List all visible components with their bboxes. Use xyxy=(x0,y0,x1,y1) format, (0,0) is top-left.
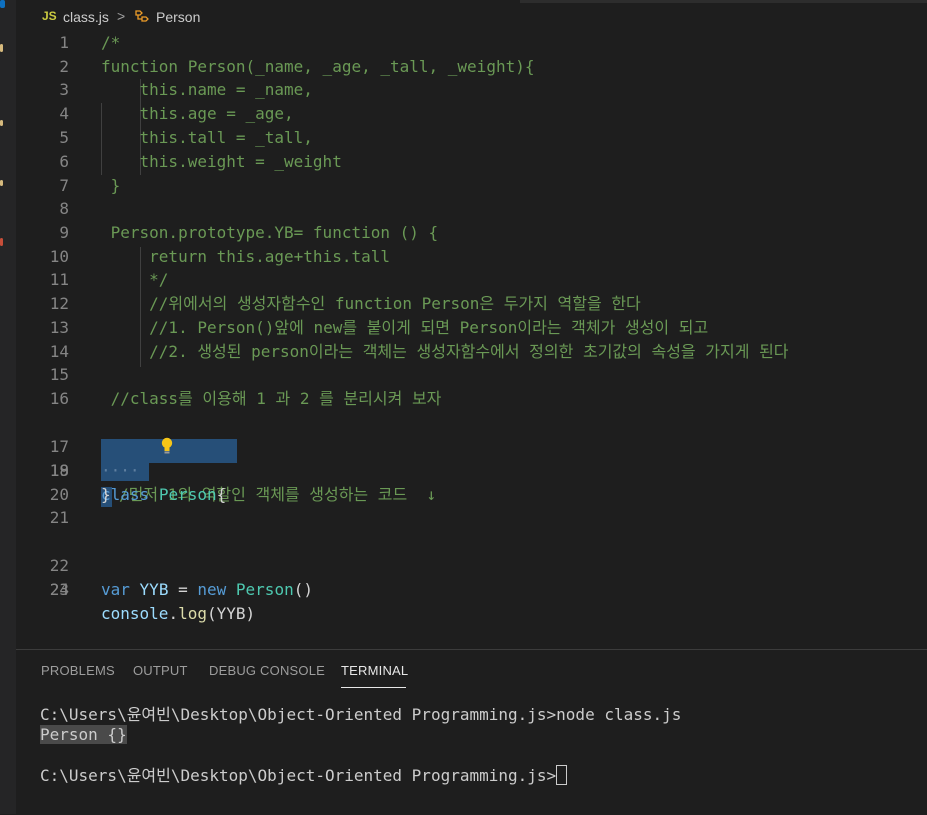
line-number: 16 xyxy=(49,389,69,408)
line-number: 15 xyxy=(49,365,69,384)
dot: . xyxy=(168,604,179,623)
code-editor[interactable]: 1 /* 2 function Person(_name, _age, _tall,… xyxy=(16,31,927,649)
code-text: console.log(YYB) xyxy=(101,602,255,626)
code-line: 13 //1. Person()앞에 new를 붙이게 되면 Person이라는… xyxy=(16,316,927,340)
line-number: 3 xyxy=(59,80,69,99)
console-object: console xyxy=(101,604,169,623)
tab-problems[interactable]: PROBLEMS xyxy=(41,663,115,678)
code-line: 22 var YYB = new Person() xyxy=(16,530,927,599)
code-line: 17 /먼저 1의 역할인 객체를 생성하는 코드 ↓ xyxy=(16,411,927,504)
terminal-prompt-text: C:\Users\윤여빈\Desktop\Object-Oriented Pro… xyxy=(40,766,557,785)
code-text: //1. Person()앞에 new를 붙이게 되면 Person이라는 객체… xyxy=(101,318,709,337)
code-text: /* xyxy=(101,33,121,52)
code-text: this.tall = _tall, xyxy=(101,128,313,147)
code-line: 20} xyxy=(16,483,927,507)
code-line: 2 function Person(_name, _age, _tall, _we… xyxy=(16,55,927,79)
line-number: 14 xyxy=(49,342,69,361)
code-text: function Person(_name, _age, _tall, _wei… xyxy=(101,57,535,76)
code-text: this.name = _name, xyxy=(101,80,313,99)
code-line: 21 xyxy=(16,506,927,530)
line-number: 2 xyxy=(59,57,69,76)
active-tab-indicator xyxy=(341,687,406,688)
line-number: 24 xyxy=(49,580,69,599)
code-text: //위에서의 생성자함수인 function Person은 두가지 역할을 한… xyxy=(101,294,641,313)
breadcrumb-symbol[interactable]: Person xyxy=(156,9,200,25)
line-number: 13 xyxy=(49,318,69,337)
line-number: 20 xyxy=(49,485,69,504)
line-number: 21 xyxy=(49,508,69,527)
breadcrumb-file[interactable]: class.js xyxy=(63,9,109,25)
activity-marker-3 xyxy=(0,180,3,186)
line-number: 10 xyxy=(49,247,69,266)
line-number: 12 xyxy=(49,294,69,313)
code-line: 10 return this.age+this.tall xyxy=(16,245,927,269)
code-line: 23 console.log(YYB) xyxy=(16,554,927,623)
code-text: this.age = _age, xyxy=(101,104,294,123)
code-text: } xyxy=(101,485,111,504)
code-line: 5 this.tall = _tall, xyxy=(16,126,927,150)
terminal-output: Person {} xyxy=(40,725,127,745)
code-text: Person.prototype.YB= function () { xyxy=(101,223,439,242)
activity-indicator xyxy=(0,0,5,8)
code-line: 24 xyxy=(16,578,927,602)
log-args: (YYB) xyxy=(206,604,256,623)
line-number: 8 xyxy=(59,199,69,218)
code-line: 14 //2. 생성된 person이라는 객체는 생성자함수에서 정의한 초기… xyxy=(16,340,927,364)
line-number: 19 xyxy=(49,461,69,480)
code-text: //2. 생성된 person이라는 객체는 생성자함수에서 정의한 초기값의 … xyxy=(101,342,789,361)
code-line: 8 xyxy=(16,197,927,221)
code-text: //class를 이용해 1 과 2 를 분리시켜 보자 xyxy=(101,389,442,408)
code-line: 19 ···· xyxy=(16,459,927,483)
code-text: this.weight = _weight xyxy=(101,152,342,171)
terminal-output-text: Person {} xyxy=(40,725,127,744)
line-number: 1 xyxy=(59,33,69,52)
activity-marker-2 xyxy=(0,120,3,126)
code-line: 4 this.age = _age, xyxy=(16,102,927,126)
line-number: 7 xyxy=(59,176,69,195)
code-line: 12 //위에서의 생성자함수인 function Person은 두가지 역할… xyxy=(16,292,927,316)
code-text: */ xyxy=(101,270,169,289)
code-line: 15 xyxy=(16,363,927,387)
line-number: 11 xyxy=(49,270,69,289)
class-symbol-icon xyxy=(133,8,150,24)
code-line: 6 this.weight = _weight xyxy=(16,150,927,174)
activity-marker-1 xyxy=(0,44,3,52)
terminal-cursor xyxy=(556,765,568,785)
activity-bar-edge xyxy=(0,0,16,814)
code-text: } xyxy=(101,176,121,195)
js-file-icon: JS xyxy=(42,9,57,23)
whitespace-dots: ···· xyxy=(101,461,140,480)
code-line: 11 */ xyxy=(16,268,927,292)
code-line: 18 class Person{ xyxy=(16,435,927,504)
tab-terminal[interactable]: TERMINAL xyxy=(341,663,408,678)
line-number: 5 xyxy=(59,128,69,147)
tab-debug-console[interactable]: DEBUG CONSOLE xyxy=(209,663,325,678)
activity-marker-4 xyxy=(0,238,3,246)
code-line: 3 this.name = _name, xyxy=(16,78,927,102)
terminal-prompt[interactable]: C:\Users\윤여빈\Desktop\Object-Oriented Pro… xyxy=(40,765,568,786)
tab-output[interactable]: OUTPUT xyxy=(133,663,188,678)
code-line: 1 /* xyxy=(16,31,927,55)
code-text: return this.age+this.tall xyxy=(101,247,390,266)
line-number: 6 xyxy=(59,152,69,171)
code-line: 9 Person.prototype.YB= function () { xyxy=(16,221,927,245)
chevron-right-icon: > xyxy=(117,8,126,24)
terminal-command-line: C:\Users\윤여빈\Desktop\Object-Oriented Pro… xyxy=(40,705,682,724)
log-function: log xyxy=(178,604,207,623)
code-line: 16 //class를 이용해 1 과 2 를 분리시켜 보자 xyxy=(16,387,927,411)
code-line: 7 } xyxy=(16,174,927,198)
line-number: 9 xyxy=(59,223,69,242)
line-number: 4 xyxy=(59,104,69,123)
bottom-panel: PROBLEMS OUTPUT DEBUG CONSOLE TERMINAL C… xyxy=(16,649,927,815)
